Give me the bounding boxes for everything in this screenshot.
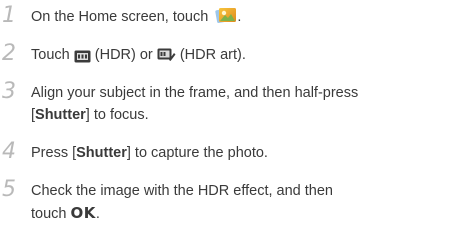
ok-button-label: OK <box>70 204 96 222</box>
step-number: 1 <box>2 3 16 28</box>
step-text-line-2: touch OK. <box>31 204 100 222</box>
step-number: 4 <box>2 139 16 164</box>
step-text-line-2: [Shutter] to focus. <box>31 107 149 123</box>
step-text: Press [Shutter] to capture the photo. <box>31 145 268 161</box>
shutter-key-label: Shutter <box>35 107 86 123</box>
step-number: 3 <box>2 79 16 104</box>
step-text-line-1: Check the image with the HDR effect, and… <box>31 183 333 199</box>
step-text: Touch (HDR) or (HDR art). <box>31 47 246 63</box>
shutter-key-label: Shutter <box>76 145 127 161</box>
step-text: On the Home screen, touch . <box>31 6 241 28</box>
step-number: 2 <box>2 41 16 66</box>
step-number: 5 <box>2 177 16 202</box>
hdr-mode-icon <box>74 48 91 63</box>
hdr-art-mode-icon <box>157 47 176 62</box>
photos-app-icon <box>215 6 237 24</box>
step-text-line-1: Align your subject in the frame, and the… <box>31 85 359 101</box>
